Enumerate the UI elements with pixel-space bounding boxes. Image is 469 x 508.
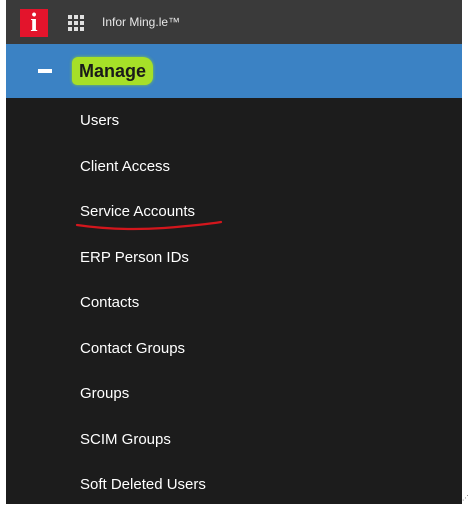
navigation-panel: i Infor Ming.le™ Manage Users Client Acc… — [6, 0, 462, 504]
menu-item-label: Groups — [80, 385, 130, 402]
menu-item-label: ERP Person IDs — [80, 248, 189, 266]
menu-item-soft-deleted-users[interactable]: Soft Deleted Users — [6, 462, 462, 508]
menu-item-label: Contact Groups — [80, 339, 186, 357]
menu-item-users[interactable]: Users — [6, 98, 462, 144]
app-title: Infor Ming.le™ — [102, 15, 181, 29]
menu-item-label: SCIM Groups — [80, 430, 171, 448]
menu-item-service-accounts[interactable]: Service Accounts — [6, 189, 462, 235]
screenshot-frame: i Infor Ming.le™ Manage Users Client Acc… — [0, 0, 469, 504]
minus-collapse-icon[interactable] — [38, 69, 52, 73]
menu-item-label: Client Access — [80, 157, 171, 175]
infor-logo[interactable]: i — [20, 9, 48, 37]
menu-item-label: Service Accounts — [80, 203, 196, 220]
menu-item-label: Soft Deleted Users — [80, 476, 206, 493]
menu-item-groups[interactable]: Groups — [6, 371, 462, 417]
manage-menu: Users Client Access Service Accounts ERP… — [6, 98, 462, 508]
menu-item-erp-person-ids[interactable]: ERP Person IDs — [6, 235, 462, 281]
manage-section-header[interactable]: Manage — [6, 44, 462, 98]
top-bar: i Infor Ming.le™ — [6, 0, 462, 44]
menu-item-label: Users — [80, 112, 120, 129]
menu-item-scim-groups[interactable]: SCIM Groups — [6, 417, 462, 463]
menu-item-contacts[interactable]: Contacts — [6, 280, 462, 326]
manage-section-label: Manage — [72, 57, 154, 85]
resize-grip-icon: ⋰ — [462, 495, 469, 502]
grid-apps-icon[interactable] — [68, 15, 84, 31]
menu-item-contact-groups[interactable]: Contact Groups — [6, 326, 462, 372]
menu-item-label: Contacts — [80, 294, 140, 311]
menu-item-client-access[interactable]: Client Access — [6, 144, 462, 190]
